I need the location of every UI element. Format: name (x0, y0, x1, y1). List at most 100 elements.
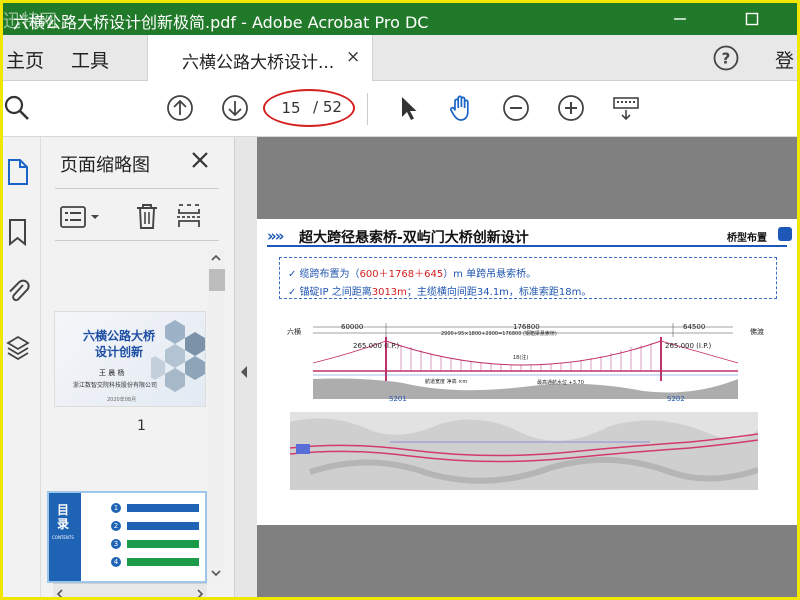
next-page-icon[interactable] (220, 93, 250, 123)
note1-prefix: ✓ 缆跨布置为（ (288, 269, 360, 280)
zoom-in-icon[interactable] (556, 93, 586, 123)
contents-heading-line1: 目 (57, 503, 70, 517)
bridge-plan-map (290, 412, 758, 490)
document-area: »» 超大跨径悬索桥-双屿门大桥创新设计 桥型布置 ✓ 缆跨布置为（600＋17… (235, 137, 797, 597)
cover-title-line1: 六横公路大桥 (82, 329, 155, 343)
navigation-rail (3, 137, 41, 597)
vertical-scrollbar[interactable] (207, 249, 225, 583)
note2-distance-value: 3013m (371, 287, 407, 298)
home-tab[interactable]: 主页 (6, 46, 44, 73)
sign-in-link[interactable]: 登 (775, 46, 794, 73)
scroll-left-icon[interactable] (55, 588, 65, 600)
ip-label-left: 265.000 (I.P.) (353, 342, 400, 350)
cover-author: 王 晨 杨 (99, 369, 125, 377)
span-detail: 2900+95×1800+2900=176800 (钢箱梁悬索桥) (441, 331, 557, 337)
toolbar-divider (367, 93, 368, 125)
note2-prefix: ✓ 锚碇IP 之间距离 (288, 287, 372, 298)
attachment-icon[interactable] (5, 275, 31, 305)
contents-item-number: 2 (111, 521, 121, 531)
panel-divider (55, 188, 219, 189)
tab-bar: 主页 工具 六横公路大桥设计... × ? 登 (3, 35, 797, 81)
zoom-out-icon[interactable] (501, 93, 531, 123)
scroll-down-icon[interactable] (209, 567, 223, 579)
horizontal-scrollbar[interactable] (53, 583, 207, 600)
cover-date: 2020年08月 (107, 397, 137, 403)
minimize-icon (674, 18, 686, 20)
page-thumbnail-1[interactable]: 六横公路大桥 设计创新 王 晨 杨 浙江数智交院科技股份有限公司 2020年08… (54, 311, 206, 407)
keyboard-menu-icon[interactable] (611, 93, 641, 123)
water-level-label: 最高通航水位 +3.70 (537, 380, 584, 386)
contents-item-bar (127, 522, 199, 530)
pdf-page: »» 超大跨径悬索桥-双屿门大桥创新设计 桥型布置 ✓ 缆跨布置为（600＋17… (257, 219, 797, 525)
page-title: 超大跨径悬索桥-双屿门大桥创新设计 (299, 230, 529, 246)
thumbnail-page-number: 1 (137, 418, 146, 434)
note-anchorage: ✓ 锚碇IP 之间距离3013m；主缆横向间距34.1m，标准索距18m。 (288, 283, 591, 298)
dimension-left: 60000 (341, 323, 364, 331)
svg-text:?: ? (722, 50, 731, 68)
contents-heading-en: CONTENTS (52, 535, 74, 540)
select-cursor-icon[interactable] (393, 93, 423, 123)
terrain-plan-drawing (290, 412, 758, 490)
contents-sidebar: 目 录 CONTENTS (49, 493, 81, 581)
elevation-label-left: 六横 (287, 328, 301, 336)
highlight-ellipse (263, 89, 355, 127)
cover-title: 六横公路大桥 设计创新 (79, 328, 159, 360)
maximize-icon (745, 12, 759, 26)
previous-page-icon[interactable] (165, 93, 195, 123)
contents-heading: 目 录 (57, 503, 73, 531)
collapse-panel-icon[interactable] (239, 365, 249, 379)
chart-icon (778, 227, 792, 241)
window-title: 六横公路大桥设计创新极简.pdf - Adobe Acrobat Pro DC (13, 13, 429, 32)
scrollbar-thumb[interactable] (209, 269, 225, 291)
toolbar: / 52 (3, 81, 797, 137)
thumbnail-options-icon[interactable] (59, 203, 105, 231)
contents-heading-line2: 录 (57, 517, 70, 531)
elevation-label-right: 佛渡 (750, 328, 764, 336)
section-badge: 桥型布置 (727, 233, 767, 244)
scroll-up-icon[interactable] (209, 252, 223, 264)
page-thumbnail-2[interactable]: 目 录 CONTENTS 1 2 3 4 (47, 491, 207, 583)
panel-title: 页面缩略图 (60, 155, 150, 176)
close-tab-icon[interactable]: × (346, 47, 360, 67)
document-tab-label: 六横公路大桥设计... (182, 53, 335, 73)
delete-page-icon[interactable] (133, 201, 161, 231)
page-viewport[interactable]: »» 超大跨径悬索桥-双屿门大桥创新设计 桥型布置 ✓ 缆跨布置为（600＋17… (257, 137, 797, 597)
help-icon[interactable]: ? (712, 44, 740, 72)
contents-item-number: 3 (111, 539, 121, 549)
note2-suffix: ；主缆横向间距34.1m，标准索距18m。 (406, 287, 592, 298)
close-panel-icon[interactable] (189, 149, 211, 171)
layers-icon[interactable] (5, 333, 31, 363)
contents-item-number: 1 (111, 503, 121, 513)
panel-toolbar (55, 199, 225, 235)
title-underline (267, 245, 787, 247)
app-window: 迅特网 六横公路大桥设计创新极简.pdf - Adobe Acrobat Pro… (0, 0, 800, 600)
cover-org: 浙江数智交院科技股份有限公司 (73, 382, 158, 389)
tools-tab[interactable]: 工具 (71, 46, 109, 73)
note1-suffix: ）m 单跨吊悬索桥。 (443, 269, 537, 280)
note-span-layout: ✓ 缆跨布置为（600＋1768＋645）m 单跨吊悬索桥。 (288, 265, 536, 280)
notes-box: ✓ 缆跨布置为（600＋1768＋645）m 单跨吊悬索桥。 ✓ 锚碇IP 之间… (279, 257, 777, 299)
extract-page-icon[interactable] (175, 201, 205, 231)
hand-tool-icon[interactable] (446, 93, 476, 123)
tower-height-label: 18(注) (513, 355, 529, 361)
document-tab[interactable]: 六横公路大桥设计... × (147, 35, 373, 81)
cover-hexagon-image (151, 320, 205, 392)
contents-item-bar (127, 540, 199, 548)
scroll-right-icon[interactable] (195, 588, 205, 600)
title-chevrons: »» (267, 227, 284, 245)
title-bar: 迅特网 六横公路大桥设计创新极简.pdf - Adobe Acrobat Pro… (3, 3, 797, 35)
bookmark-icon[interactable] (5, 217, 31, 247)
search-icon[interactable] (3, 93, 33, 123)
cover-title-line2: 设计创新 (94, 345, 143, 359)
note1-span-value: 600＋1768＋645 (359, 269, 444, 280)
dimension-right: 64500 (683, 323, 706, 331)
contents-item-number: 4 (111, 557, 121, 567)
thumbnail-panel: 页面缩略图 六横公路大桥 设计创新 王 晨 杨 浙江数智交院科技股份有限公司 2… (41, 137, 235, 600)
navigation-label: 航道宽度 净高 ×m (425, 379, 468, 385)
pier-label-left: S201 (389, 395, 407, 403)
minimize-button[interactable] (657, 3, 703, 35)
page-thumbnails-icon[interactable] (5, 157, 31, 187)
maximize-button[interactable] (729, 3, 775, 35)
ip-label-right: 265.000 (I.P.) (665, 342, 712, 350)
contents-item-bar (127, 504, 199, 512)
